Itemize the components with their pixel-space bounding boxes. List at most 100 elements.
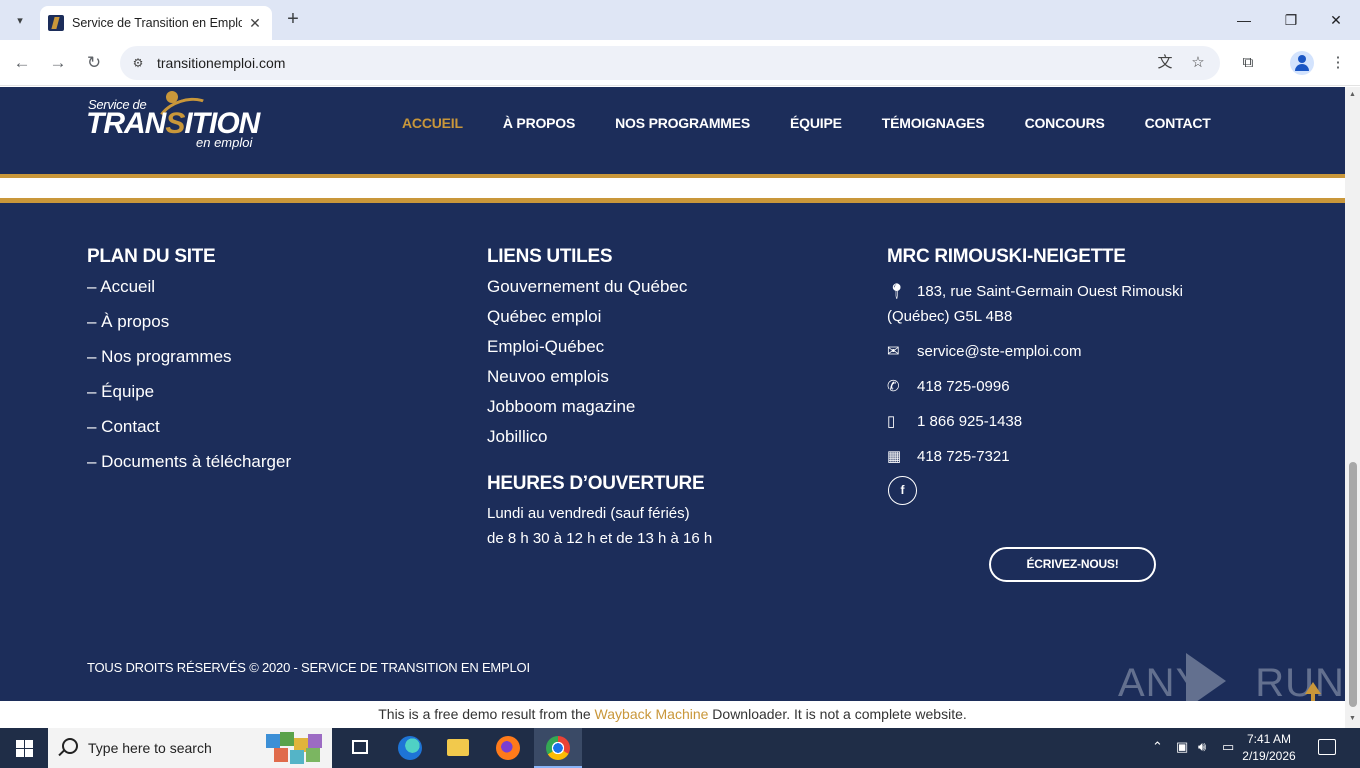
opening-hours-text: Lundi au vendredi (sauf fériés) de 8 h 3… xyxy=(487,501,712,551)
useful-links-title: LIENS UTILES xyxy=(487,246,613,267)
taskbar-chrome[interactable] xyxy=(534,728,582,768)
extensions-icon[interactable]: ⧉ xyxy=(1237,52,1259,74)
contact-phone[interactable]: ✆ 418 725-0996 xyxy=(887,374,1010,399)
nav-accueil[interactable]: ACCUEIL xyxy=(402,115,463,131)
taskbar-edge[interactable] xyxy=(386,728,434,768)
scrollbar-thumb[interactable] xyxy=(1349,462,1357,707)
reload-button[interactable]: ↻ xyxy=(82,51,106,75)
nav-contact[interactable]: CONTACT xyxy=(1145,115,1211,131)
tab-list-button[interactable]: ▾ xyxy=(8,8,32,32)
nav-nos-programmes[interactable]: NOS PROGRAMMES xyxy=(615,115,750,131)
search-placeholder: Type here to search xyxy=(88,740,212,756)
sitemap-link-documents[interactable]: – Documents à télécharger xyxy=(87,452,291,487)
site-header: Service de TRANSITION en emploi ACCUEIL … xyxy=(0,87,1345,174)
contact-mobile[interactable]: ▯ 1 866 925-1438 xyxy=(887,409,1022,434)
site-info-icon[interactable]: ⚙ xyxy=(130,55,146,71)
browser-tab-bar: ▾ Service de Transition en Emploi ✕ + — … xyxy=(0,0,1360,40)
back-button[interactable]: ← xyxy=(10,51,34,75)
wayback-machine-link[interactable]: Wayback Machine xyxy=(595,706,709,722)
nav-a-propos[interactable]: À PROPOS xyxy=(503,115,576,131)
hours-line-1: Lundi au vendredi (sauf fériés) xyxy=(487,505,690,522)
clock-date: 2/19/2026 xyxy=(1242,749,1296,763)
tray-chevron-icon[interactable]: ⌃ xyxy=(1152,739,1163,755)
link-quebec-emploi[interactable]: Québec emploi xyxy=(487,307,687,337)
windows-taskbar: Type here to search ⌃ ▣ 🔊︎ ▭ 7:41 AM 2/1… xyxy=(0,728,1360,768)
forward-button[interactable]: → xyxy=(46,51,70,75)
minimize-button[interactable]: — xyxy=(1229,6,1259,34)
sitemap-title: PLAN DU SITE xyxy=(87,246,216,267)
scroll-down-icon[interactable]: ▼ xyxy=(1348,715,1357,722)
sitemap-link-nos-programmes[interactable]: – Nos programmes xyxy=(87,347,291,382)
url-text[interactable]: transitionemploi.com xyxy=(157,55,285,71)
site-favicon-icon xyxy=(48,15,64,31)
site-footer: PLAN DU SITE – Accueil – À propos – Nos … xyxy=(0,203,1345,701)
site-logo[interactable]: Service de TRANSITION en emploi xyxy=(86,90,266,155)
map-marker-icon: 📍︎ xyxy=(887,283,907,300)
network-icon[interactable]: ▭ xyxy=(1222,739,1234,755)
taskbar-search-box[interactable]: Type here to search xyxy=(48,728,332,768)
tab-close-icon[interactable]: ✕ xyxy=(246,15,264,32)
address-bar[interactable]: ⚙ transitionemploi.com 文 ☆ xyxy=(120,46,1220,80)
taskbar-firefox[interactable] xyxy=(484,728,532,768)
search-highlight-icon xyxy=(266,732,328,764)
envelope-icon: ✉ xyxy=(887,343,900,360)
browser-toolbar: ← → ↻ ⚙ transitionemploi.com 文 ☆ ⧉ ⋮ xyxy=(0,40,1360,86)
notification-center-icon[interactable] xyxy=(1318,739,1336,755)
new-tab-button[interactable]: + xyxy=(282,8,304,30)
folder-icon xyxy=(447,739,469,756)
firefox-icon xyxy=(496,736,520,760)
nav-equipe[interactable]: ÉQUIPE xyxy=(790,115,842,131)
browser-menu-icon[interactable]: ⋮ xyxy=(1327,52,1349,74)
sitemap-link-contact[interactable]: – Contact xyxy=(87,417,291,452)
mobile-icon: ▯ xyxy=(887,413,896,430)
facebook-icon[interactable]: f xyxy=(888,476,917,505)
nav-temoignages[interactable]: TÉMOIGNAGES xyxy=(882,115,985,131)
link-neuvoo[interactable]: Neuvoo emplois xyxy=(487,367,687,397)
scroll-up-icon[interactable]: ▲ xyxy=(1348,91,1357,98)
page-viewport: Service de TRANSITION en emploi ACCUEIL … xyxy=(0,87,1345,728)
maximize-button[interactable]: ❐ xyxy=(1276,6,1306,34)
sitemap-link-accueil[interactable]: – Accueil xyxy=(87,277,291,312)
windows-logo-icon xyxy=(16,740,24,748)
search-icon xyxy=(62,738,78,754)
white-divider xyxy=(0,178,1345,198)
profile-avatar-icon[interactable] xyxy=(1290,51,1314,75)
chrome-icon xyxy=(546,736,570,760)
close-window-button[interactable]: ✕ xyxy=(1321,6,1351,34)
bookmark-star-icon[interactable]: ☆ xyxy=(1188,53,1208,73)
main-navigation: ACCUEIL À PROPOS NOS PROGRAMMES ÉQUIPE T… xyxy=(402,115,1251,131)
sitemap-list: – Accueil – À propos – Nos programmes – … xyxy=(87,277,291,487)
browser-tab-active[interactable]: Service de Transition en Emploi ✕ xyxy=(40,6,272,40)
contact-email[interactable]: ✉ service@ste-emploi.com xyxy=(887,339,1081,364)
opening-hours-title: HEURES D’OUVERTURE xyxy=(487,473,705,494)
demo-notice-bar: This is a free demo result from the Wayb… xyxy=(0,701,1345,728)
logo-sub-text: en emploi xyxy=(196,135,253,150)
link-jobboom[interactable]: Jobboom magazine xyxy=(487,397,687,427)
edge-icon xyxy=(398,736,422,760)
sitemap-link-a-propos[interactable]: – À propos xyxy=(87,312,291,347)
tab-title: Service de Transition en Emploi xyxy=(72,16,242,30)
volume-icon[interactable]: 🔊︎ xyxy=(1198,739,1206,755)
link-gouvernement-quebec[interactable]: Gouvernement du Québec xyxy=(487,277,687,307)
page-scrollbar[interactable]: ▲ ▼ xyxy=(1345,87,1360,728)
meet-now-icon[interactable]: ▣ xyxy=(1176,739,1188,755)
contact-address-line-2: (Québec) G5L 4B8 xyxy=(887,308,1013,325)
start-button[interactable] xyxy=(0,728,48,768)
write-us-button[interactable]: ÉCRIVEZ-NOUS! xyxy=(989,547,1156,582)
contact-title: MRC RIMOUSKI-NEIGETTE xyxy=(887,246,1126,267)
clock-time: 7:41 AM xyxy=(1246,732,1292,746)
sitemap-link-equipe[interactable]: – Équipe xyxy=(87,382,291,417)
taskbar-clock[interactable]: 7:41 AM 2/19/2026 xyxy=(1238,731,1300,765)
phone-icon: ✆ xyxy=(887,378,900,395)
task-view-button[interactable] xyxy=(336,728,384,768)
task-view-icon xyxy=(352,740,368,754)
useful-links-list: Gouvernement du Québec Québec emploi Emp… xyxy=(487,277,687,457)
taskbar-file-explorer[interactable] xyxy=(434,728,482,768)
contact-address: 📍︎ 183, rue Saint-Germain Ouest Rimouski xyxy=(887,279,1217,304)
chevron-down-icon: ▾ xyxy=(17,14,23,27)
nav-concours[interactable]: CONCOURS xyxy=(1025,115,1105,131)
translate-icon[interactable]: 文 xyxy=(1155,53,1175,73)
fax-icon: ▦ xyxy=(887,448,902,465)
link-jobillico[interactable]: Jobillico xyxy=(487,427,687,457)
link-emploi-quebec[interactable]: Emploi-Québec xyxy=(487,337,687,367)
